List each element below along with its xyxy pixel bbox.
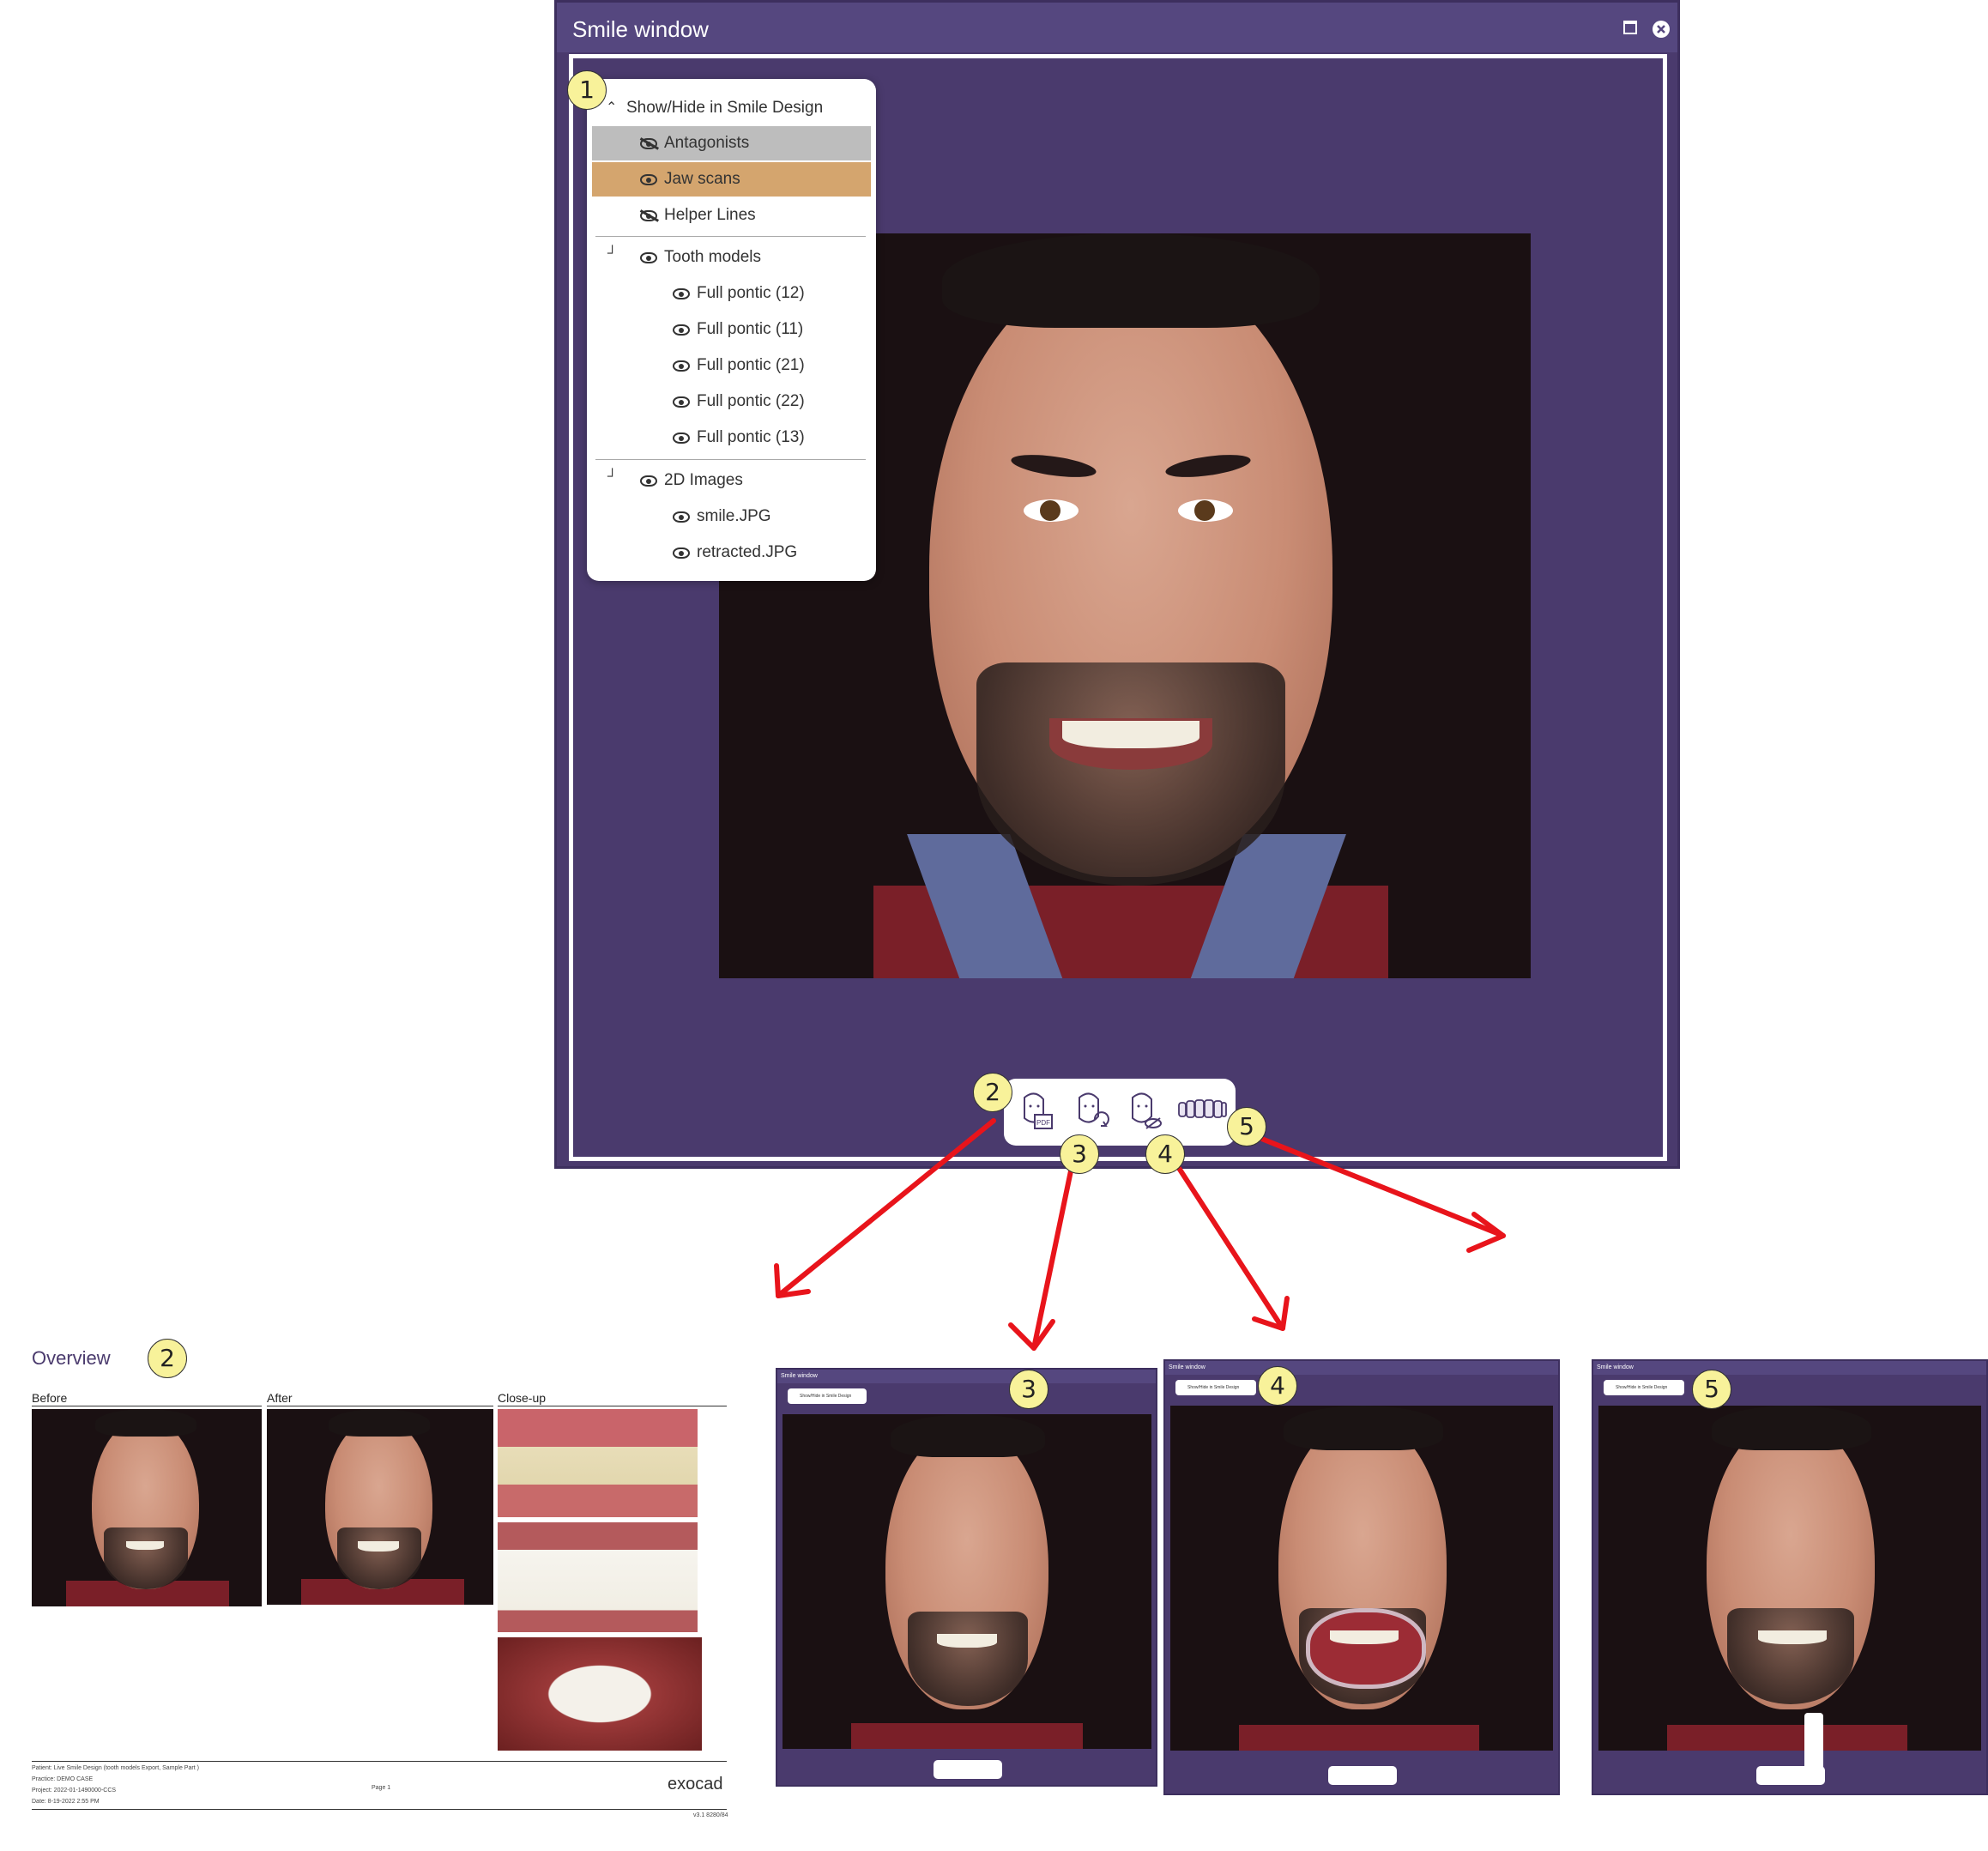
- thumbnail-swap: Smile window Show/Hide in Smile Design: [776, 1368, 1157, 1787]
- thumb-show-hide-button[interactable]: Show/Hide in Smile Design: [1604, 1380, 1684, 1395]
- closeup-photo-3: [498, 1637, 702, 1751]
- column-closeup: Close-up: [498, 1391, 547, 1405]
- footer-date: Date: 8-19-2022 2:55 PM: [32, 1799, 100, 1805]
- thumb-toolbar: [934, 1760, 1002, 1779]
- callout-4: 4: [1145, 1134, 1185, 1174]
- footer-practice: Practice: DEMO CASE: [32, 1776, 94, 1782]
- thumb-show-hide-button[interactable]: Show/Hide in Smile Design: [788, 1388, 867, 1404]
- thumb-title: Smile window: [1165, 1361, 1558, 1375]
- footer-patient: Patient: Live Smile Design (tooth models…: [32, 1765, 199, 1771]
- footer-divider: [32, 1761, 727, 1762]
- exocad-logo: exocad: [668, 1775, 723, 1794]
- callout-4-thumb: 4: [1258, 1366, 1297, 1406]
- footer-project: Project: 2022-01-1490000-CCS: [32, 1787, 117, 1794]
- footer-divider: [32, 1809, 727, 1810]
- thumb-toolbar: [1756, 1766, 1825, 1785]
- thumb-toolbar: [1328, 1766, 1397, 1785]
- thumb-photo: [1170, 1406, 1553, 1751]
- callout-3-thumb: 3: [1009, 1370, 1048, 1409]
- arrow-2: [776, 1118, 996, 1298]
- callout-3: 3: [1060, 1134, 1099, 1174]
- before-photo: [32, 1409, 262, 1606]
- closeup-photo-2: [498, 1522, 698, 1632]
- column-after: After: [267, 1391, 293, 1405]
- thumb-photo: [1598, 1406, 1981, 1751]
- callout-2: 2: [973, 1073, 1012, 1112]
- footer-page: Page 1: [372, 1785, 391, 1791]
- thumbnail-arch: Smile window Show/Hide in Smile Design: [1592, 1359, 1988, 1795]
- callout-2-report: 2: [148, 1339, 187, 1378]
- callout-5-thumb: 5: [1692, 1370, 1731, 1409]
- thumb-show-hide-button[interactable]: Show/Hide in Smile Design: [1175, 1380, 1256, 1395]
- thumbnail-retracted: Smile window Show/Hide in Smile Design: [1163, 1359, 1560, 1795]
- report-title: Overview: [32, 1347, 111, 1369]
- thumb-title: Smile window: [777, 1370, 1156, 1383]
- after-photo: [267, 1409, 493, 1605]
- arrow-5: [1257, 1135, 1506, 1238]
- footer-version: v3.1 8280/84: [693, 1812, 728, 1818]
- arrow-4: [1173, 1160, 1285, 1331]
- column-before: Before: [32, 1391, 68, 1405]
- callout-5: 5: [1227, 1107, 1266, 1146]
- closeup-photo-1: [498, 1409, 698, 1517]
- callout-1: 1: [567, 70, 607, 110]
- thumb-photo: [783, 1414, 1151, 1749]
- thumb-title: Smile window: [1593, 1361, 1986, 1375]
